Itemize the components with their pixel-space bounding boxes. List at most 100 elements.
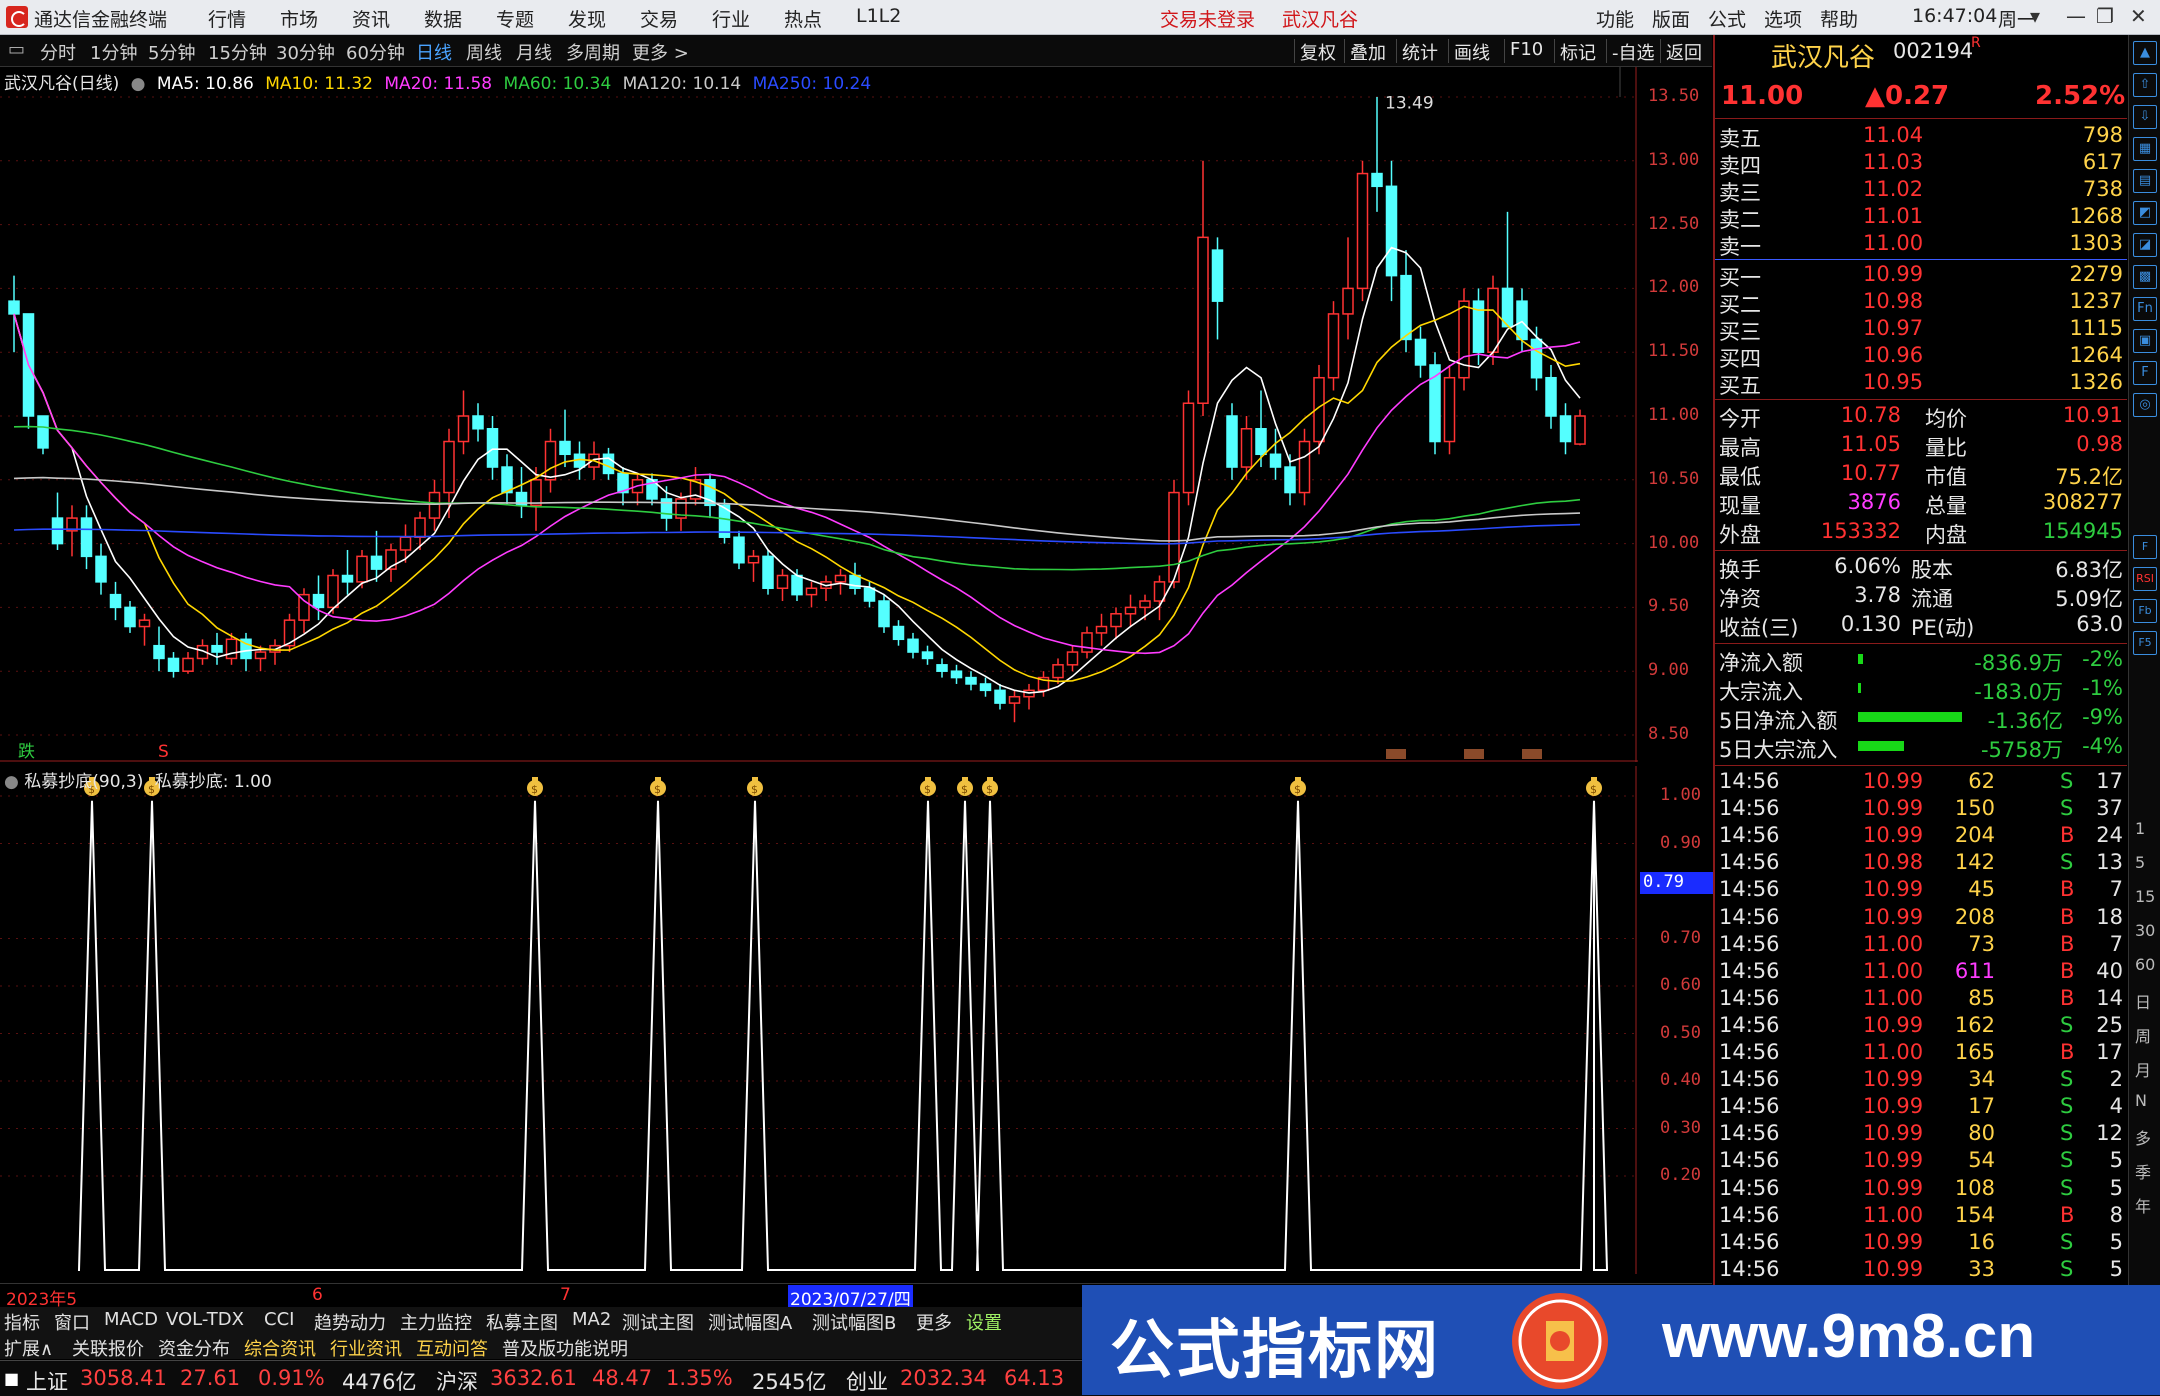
main-kline-chart[interactable]: 13.49 跌 S [0, 67, 1638, 762]
indicator-tab[interactable]: 测试幅图A [708, 1309, 792, 1335]
right-menu-3[interactable]: 选项 [1764, 5, 1802, 32]
indicator-tab[interactable]: 测试幅图B [812, 1309, 896, 1335]
period-8[interactable]: 月线 [516, 39, 552, 65]
tool-6[interactable]: -自选 [1612, 39, 1655, 65]
tool-icon[interactable]: ◪ [2133, 233, 2157, 257]
period-shortcut[interactable]: 30 [2135, 921, 2155, 940]
period-9[interactable]: 多周期 [566, 39, 620, 65]
indicator-shortcut-icon[interactable]: F5 [2133, 631, 2157, 655]
period-1[interactable]: 1分钟 [90, 39, 137, 65]
tool-4[interactable]: F10 [1510, 39, 1543, 60]
period-shortcut[interactable]: 15 [2135, 887, 2155, 906]
ask-price[interactable]: 11.02 [1863, 177, 1923, 201]
tool-2[interactable]: 统计 [1402, 39, 1438, 65]
sz-index-name[interactable]: 沪深 [436, 1366, 478, 1396]
info-tab[interactable]: 普及版功能说明 [502, 1335, 628, 1361]
bid-price[interactable]: 10.98 [1863, 289, 1923, 313]
period-shortcut[interactable]: 年 [2135, 1193, 2151, 1217]
menu-2[interactable]: 资讯 [352, 5, 390, 32]
indicator-tab[interactable]: VOL-TDX [166, 1309, 244, 1330]
right-menu-1[interactable]: 版面 [1652, 5, 1690, 32]
tool-icon[interactable]: ▣ [2133, 329, 2157, 353]
period-shortcut[interactable]: 日 [2135, 989, 2151, 1013]
indicator-subchart[interactable]: $ $ $ $ $ $ $ $ $ $ [0, 766, 1638, 1274]
period-2[interactable]: 5分钟 [148, 39, 195, 65]
menu-3[interactable]: 数据 [424, 5, 462, 32]
settings-circle-icon[interactable]: ● [131, 74, 146, 94]
tool-icon[interactable]: ⇧ [2133, 73, 2157, 97]
period-shortcut[interactable]: N [2135, 1091, 2147, 1110]
info-tab[interactable]: 资金分布 [158, 1335, 230, 1361]
minimize-icon[interactable]: — [2066, 4, 2086, 28]
info-tab[interactable]: 行业资讯 [330, 1335, 402, 1361]
indicator-tab[interactable]: 更多 [916, 1309, 952, 1335]
ask-price[interactable]: 11.04 [1863, 123, 1923, 147]
tool-5[interactable]: 标记 [1560, 39, 1596, 65]
indicator-tab[interactable]: MACD [104, 1309, 158, 1330]
login-status[interactable]: 交易未登录 [1160, 5, 1255, 32]
right-menu-0[interactable]: 功能 [1596, 5, 1634, 32]
indicator-tab[interactable]: 指标 [4, 1309, 40, 1335]
indicator-tab[interactable]: CCI [264, 1309, 294, 1330]
tool-icon[interactable]: ◩ [2133, 201, 2157, 225]
menu-6[interactable]: 交易 [640, 5, 678, 32]
ask-price[interactable]: 11.01 [1863, 204, 1923, 228]
indicator-tab[interactable]: 主力监控 [400, 1309, 472, 1335]
info-tab[interactable]: 扩展∧ [4, 1335, 53, 1361]
period-3[interactable]: 15分钟 [208, 39, 267, 65]
tool-3[interactable]: 画线 [1454, 39, 1490, 65]
tool-icon[interactable]: F [2133, 361, 2157, 385]
indicator-shortcut-icon[interactable]: F [2133, 535, 2157, 559]
tool-7[interactable]: 返回 [1666, 39, 1702, 65]
period-shortcut[interactable]: 季 [2135, 1159, 2151, 1183]
info-tab[interactable]: 关联报价 [72, 1335, 144, 1361]
bid-price[interactable]: 10.97 [1863, 316, 1923, 340]
period-7[interactable]: 周线 [466, 39, 502, 65]
tool-icon[interactable]: ◎ [2133, 393, 2157, 417]
indicator-tab[interactable]: 私募主图 [486, 1309, 558, 1335]
period-shortcut[interactable]: 60 [2135, 955, 2155, 974]
tool-icon[interactable]: ▩ [2133, 265, 2157, 289]
indicator-shortcut-icon[interactable]: RSI [2133, 567, 2157, 591]
indicator-svg[interactable]: $ $ $ $ $ $ $ $ $ $ [0, 766, 1638, 1274]
ask-price[interactable]: 11.03 [1863, 150, 1923, 174]
tool-0[interactable]: 复权 [1300, 39, 1336, 65]
ask-price[interactable]: 11.00 [1863, 231, 1923, 255]
period-shortcut[interactable]: 月 [2135, 1057, 2151, 1081]
tool-icon[interactable]: ⇩ [2133, 105, 2157, 129]
menu-8[interactable]: 热点 [784, 5, 822, 32]
indicator-tab[interactable]: 趋势动力 [314, 1309, 386, 1335]
restore-icon[interactable]: ❐ [2096, 4, 2114, 28]
period-shortcut[interactable]: 1 [2135, 819, 2145, 838]
period-4[interactable]: 30分钟 [276, 39, 335, 65]
menu-1[interactable]: 市场 [280, 5, 318, 32]
right-menu-2[interactable]: 公式 [1708, 5, 1746, 32]
period-0[interactable]: 分时 [40, 39, 76, 65]
period-shortcut[interactable]: 周 [2135, 1023, 2151, 1047]
info-tab[interactable]: 综合资讯 [244, 1335, 316, 1361]
menu-9[interactable]: L1L2 [856, 5, 901, 27]
indicator-tab[interactable]: 设置 [966, 1309, 1002, 1335]
sh-index-name[interactable]: 上证 [26, 1366, 68, 1396]
tool-icon[interactable]: ▦ [2133, 137, 2157, 161]
indicator-tab[interactable]: 窗口 [54, 1309, 90, 1335]
info-tab[interactable]: 互动问答 [416, 1335, 488, 1361]
right-menu-4[interactable]: 帮助 [1820, 5, 1858, 32]
cy-index-name[interactable]: 创业 [846, 1366, 888, 1396]
tool-icon[interactable]: ▤ [2133, 169, 2157, 193]
menu-5[interactable]: 发现 [568, 5, 606, 32]
menu-7[interactable]: 行业 [712, 5, 750, 32]
indicator-tab[interactable]: 测试主图 [622, 1309, 694, 1335]
menu-arrow-icon[interactable]: ▾ [2030, 4, 2040, 28]
period-10[interactable]: 更多 > [632, 39, 689, 65]
menu-0[interactable]: 行情 [208, 5, 246, 32]
menu-4[interactable]: 专题 [496, 5, 534, 32]
period-shortcut[interactable]: 多 [2135, 1125, 2151, 1149]
bid-price[interactable]: 10.99 [1863, 262, 1923, 286]
close-icon[interactable]: ✕ [2130, 4, 2147, 28]
period-layout-icon[interactable]: ▭ [8, 39, 25, 60]
kline-svg[interactable]: 13.49 跌 S [0, 67, 1638, 762]
period-5[interactable]: 60分钟 [346, 39, 405, 65]
period-shortcut[interactable]: 5 [2135, 853, 2145, 872]
bid-price[interactable]: 10.96 [1863, 343, 1923, 367]
